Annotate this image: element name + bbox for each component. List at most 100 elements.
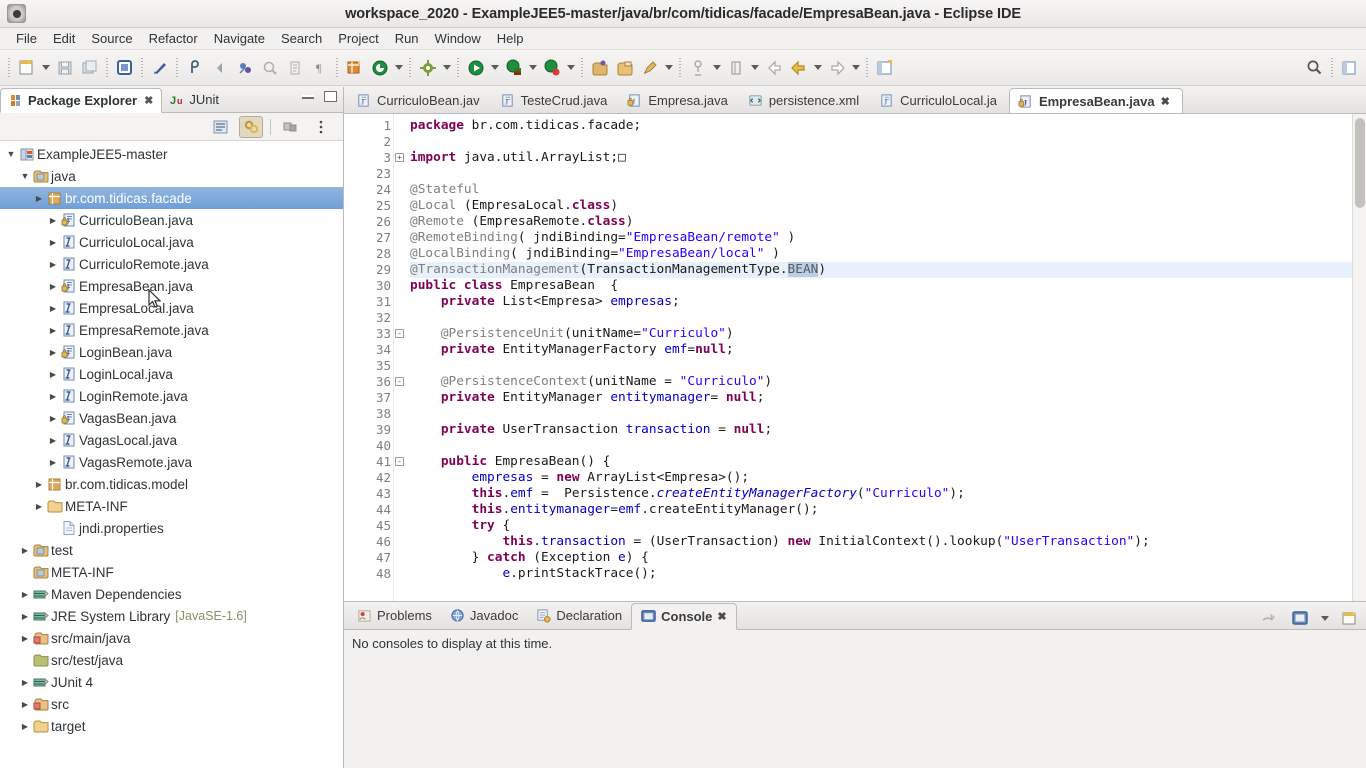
expand-arrow-icon[interactable] bbox=[46, 370, 60, 379]
editor-tab-empresa-java[interactable]: J Empresa.java bbox=[619, 87, 739, 113]
expand-arrow-icon[interactable] bbox=[32, 194, 46, 203]
tree-item-curriculoremote-java[interactable]: CurriculoRemote.java bbox=[0, 253, 343, 275]
debug-icon[interactable] bbox=[501, 55, 526, 81]
menu-file[interactable]: File bbox=[8, 29, 45, 48]
tree-item-src[interactable]: src bbox=[0, 693, 343, 715]
coverage-icon[interactable] bbox=[367, 55, 392, 81]
tree-item-curriculolocal-java[interactable]: CurriculoLocal.java bbox=[0, 231, 343, 253]
view-menu-filter-icon[interactable] bbox=[278, 116, 302, 138]
search-resource-icon[interactable] bbox=[257, 55, 282, 81]
history-icon[interactable] bbox=[282, 55, 307, 81]
pin-console-icon[interactable] bbox=[1256, 605, 1281, 631]
marker-dropdown-arrow[interactable] bbox=[662, 55, 675, 81]
editor-tab-persistence-xml[interactable]: persistence.xml bbox=[740, 87, 871, 113]
expand-arrow-icon[interactable] bbox=[18, 590, 32, 599]
collapse-arrow-icon[interactable] bbox=[4, 149, 18, 159]
tree-item-loginlocal-java[interactable]: LoginLocal.java bbox=[0, 363, 343, 385]
run-icon[interactable] bbox=[463, 55, 488, 81]
forward-nav-dropdown-arrow[interactable] bbox=[849, 55, 862, 81]
save-icon[interactable] bbox=[52, 55, 77, 81]
tree-item-empresabean-java[interactable]: JEmpresaBean.java bbox=[0, 275, 343, 297]
expand-arrow-icon[interactable] bbox=[46, 392, 60, 401]
menu-help[interactable]: Help bbox=[489, 29, 532, 48]
expand-arrow-icon[interactable] bbox=[46, 414, 60, 423]
tab-junit[interactable]: J u JUnit bbox=[162, 87, 227, 112]
perspective-switcher-icon[interactable] bbox=[1337, 55, 1362, 81]
tree-item-meta-inf[interactable]: META-INF bbox=[0, 561, 343, 583]
menu-search[interactable]: Search bbox=[273, 29, 330, 48]
menu-source[interactable]: Source bbox=[83, 29, 140, 48]
menu-run[interactable]: Run bbox=[387, 29, 427, 48]
previous-edit-icon[interactable] bbox=[723, 55, 748, 81]
expand-arrow-icon[interactable] bbox=[46, 326, 60, 335]
view-menu-icon[interactable] bbox=[309, 116, 333, 138]
pilcrow-icon[interactable]: ¶ bbox=[307, 55, 332, 81]
display-console-dropdown-arrow[interactable] bbox=[1318, 605, 1331, 631]
expand-arrow-icon[interactable] bbox=[46, 238, 60, 247]
code-editor[interactable]: 1 2 3 +23 24 25 26 27 28 29 30 31 32 33-34 35 36-37 38 39… bbox=[344, 114, 1366, 602]
editor-tab-curriculobean-jav[interactable]: J CurriculoBean.jav bbox=[348, 87, 492, 113]
forward-nav-icon[interactable] bbox=[786, 55, 811, 81]
search-declaration-icon[interactable] bbox=[685, 55, 710, 81]
editor-tab-curriculolocal-ja[interactable]: J CurriculoLocal.ja bbox=[871, 87, 1009, 113]
link-to-editor-icon[interactable] bbox=[147, 55, 172, 81]
collapse-arrow-icon[interactable] bbox=[18, 171, 32, 181]
scrollbar-thumb[interactable] bbox=[1355, 118, 1365, 208]
tree-item-meta-inf[interactable]: META-INF bbox=[0, 495, 343, 517]
editor-tab-empresabean-java[interactable]: J EmpresaBean.java ✖ bbox=[1008, 88, 1183, 113]
previous-edit-dropdown-arrow[interactable] bbox=[748, 55, 761, 81]
expand-arrow-icon[interactable] bbox=[18, 722, 32, 731]
expand-arrow-icon[interactable] bbox=[18, 678, 32, 687]
tree-item-src-main-java[interactable]: src/main/java bbox=[0, 627, 343, 649]
expand-arrow-icon[interactable] bbox=[32, 480, 46, 489]
new-dropdown-arrow[interactable] bbox=[39, 55, 52, 81]
tree-item-vagaslocal-java[interactable]: VagasLocal.java bbox=[0, 429, 343, 451]
collapse-all-icon[interactable] bbox=[208, 116, 232, 138]
forward-arrow-icon[interactable] bbox=[824, 55, 849, 81]
expand-arrow-icon[interactable] bbox=[46, 436, 60, 445]
tree-item-loginremote-java[interactable]: LoginRemote.java bbox=[0, 385, 343, 407]
run-dropdown-arrow[interactable] bbox=[488, 55, 501, 81]
new-class-icon[interactable] bbox=[587, 55, 612, 81]
tree-item-empresaremote-java[interactable]: EmpresaRemote.java bbox=[0, 319, 343, 341]
annotation-icon[interactable] bbox=[182, 55, 207, 81]
tree-item-jre-system-library[interactable]: JRE System Library [JavaSE-1.6] bbox=[0, 605, 343, 627]
external-tools-icon[interactable] bbox=[415, 55, 440, 81]
tree-item-src-test-java[interactable]: src/test/java bbox=[0, 649, 343, 671]
tree-item-vagasremote-java[interactable]: VagasRemote.java bbox=[0, 451, 343, 473]
tree-item-jndi-properties[interactable]: jndi.properties bbox=[0, 517, 343, 539]
expand-arrow-icon[interactable] bbox=[32, 502, 46, 511]
expand-arrow-icon[interactable] bbox=[46, 304, 60, 313]
menu-window[interactable]: Window bbox=[427, 29, 489, 48]
tree-item-examplejee5-master[interactable]: ExampleJEE5-master bbox=[0, 143, 343, 165]
tree-item-test[interactable]: test bbox=[0, 539, 343, 561]
profile-dropdown-arrow[interactable] bbox=[564, 55, 577, 81]
expand-arrow-icon[interactable] bbox=[46, 260, 60, 269]
tree-item-br-com-tidicas-model[interactable]: br.com.tidicas.model bbox=[0, 473, 343, 495]
expand-arrow-icon[interactable] bbox=[18, 546, 32, 555]
tree-item-vagasbean-java[interactable]: JVagasBean.java bbox=[0, 407, 343, 429]
menu-project[interactable]: Project bbox=[330, 29, 386, 48]
bottom-tab-strip[interactable]: Problems Javadoc Declaration Console ✖ bbox=[344, 602, 1366, 630]
expand-arrow-icon[interactable] bbox=[46, 458, 60, 467]
expand-arrow-icon[interactable] bbox=[18, 700, 32, 709]
tree-item-empresalocal-java[interactable]: EmpresaLocal.java bbox=[0, 297, 343, 319]
bottom-tab-console[interactable]: Console ✖ bbox=[631, 603, 737, 630]
maximize-icon[interactable] bbox=[324, 91, 337, 102]
tree-item-junit-4[interactable]: JUnit 4 bbox=[0, 671, 343, 693]
editor-tab-strip[interactable]: J CurriculoBean.jav J TesteCrud.java J Empres… bbox=[344, 87, 1366, 114]
close-icon[interactable]: ✖ bbox=[1161, 95, 1170, 108]
new-wizard-icon[interactable] bbox=[14, 55, 39, 81]
external-tools-dropdown-arrow[interactable] bbox=[440, 55, 453, 81]
code-content[interactable]: package br.com.tidicas.facade; import ja… bbox=[394, 114, 1366, 601]
debug-dropdown-arrow[interactable] bbox=[526, 55, 539, 81]
back-nav-dropdown-arrow[interactable] bbox=[811, 55, 824, 81]
back-icon[interactable] bbox=[207, 55, 232, 81]
close-icon[interactable]: ✖ bbox=[144, 94, 153, 107]
expand-arrow-icon[interactable] bbox=[46, 216, 60, 225]
bottom-tab-javadoc[interactable]: Javadoc bbox=[441, 602, 527, 629]
open-type-icon[interactable] bbox=[112, 55, 137, 81]
search-declaration-dropdown-arrow[interactable] bbox=[710, 55, 723, 81]
bottom-tab-problems[interactable]: Problems bbox=[348, 602, 441, 629]
expand-arrow-icon[interactable] bbox=[46, 282, 60, 291]
